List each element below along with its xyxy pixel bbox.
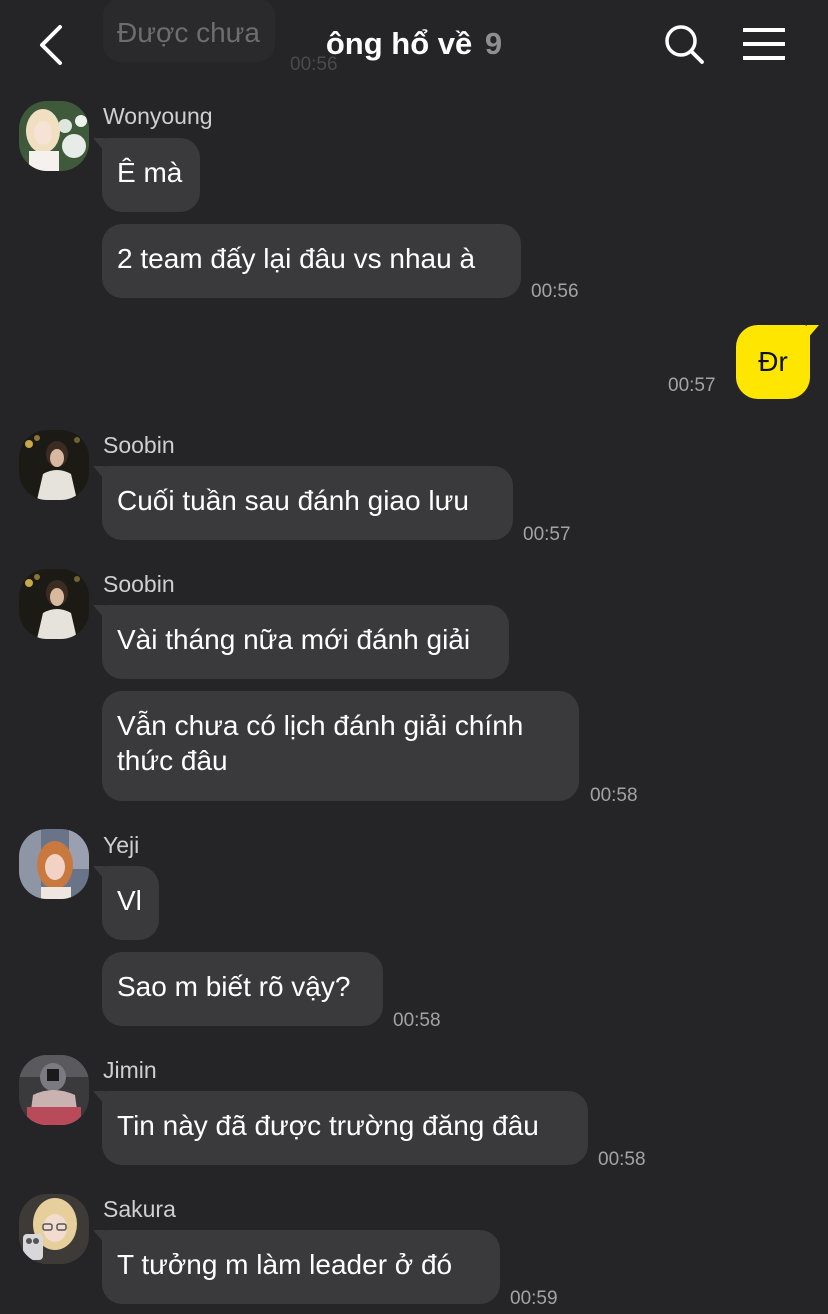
message-bubble[interactable]: T tưởng m làm leader ở đó	[93, 1230, 500, 1304]
avatar-wonyoung[interactable]	[19, 101, 89, 171]
message-bubble[interactable]: Vẫn chưa có lịch đánh giải chính thức đâ…	[102, 691, 579, 801]
message-time: 00:58	[393, 1010, 441, 1031]
message-time: 00:57	[668, 375, 716, 396]
sender-name: Soobin	[103, 571, 175, 597]
member-count: 9	[484, 26, 503, 61]
avatar-sakura[interactable]	[19, 1194, 89, 1264]
sender-name: Yeji	[103, 832, 140, 858]
search-button[interactable]	[662, 22, 706, 66]
message-time: 00:58	[590, 785, 638, 806]
message-time: 00:58	[598, 1149, 646, 1170]
avatar-soobin[interactable]	[19, 569, 89, 639]
message-time: 00:57	[523, 524, 571, 545]
avatar-yeji[interactable]	[19, 829, 89, 899]
sent-message-bubble[interactable]: Đr	[736, 325, 819, 399]
search-icon	[665, 25, 704, 64]
sender-name: Soobin	[103, 432, 175, 458]
sender-name: Jimin	[103, 1057, 157, 1083]
message-bubble[interactable]: Sao m biết rõ vậy?	[102, 952, 383, 1026]
message-bubble[interactable]: Vl	[93, 866, 159, 940]
avatar-soobin[interactable]	[19, 430, 89, 500]
message-bubble[interactable]: Cuối tuần sau đánh giao lưu	[93, 466, 513, 540]
avatar-jimin[interactable]	[19, 1055, 89, 1125]
sender-name: Wonyoung	[103, 103, 213, 129]
hamburger-menu-icon	[743, 28, 785, 60]
sender-name: Sakura	[103, 1196, 176, 1222]
chat-name: ông hổ về	[325, 26, 473, 61]
message-bubble[interactable]: 2 team đấy lại đâu vs nhau à	[102, 224, 521, 298]
message-bubble[interactable]: Tin này đã được trường đăng đâu	[93, 1091, 588, 1165]
message-bubble[interactable]: Vài tháng nữa mới đánh giải	[93, 605, 509, 679]
menu-button[interactable]	[741, 25, 787, 65]
message-time: 00:56	[531, 281, 579, 302]
message-time: 00:59	[510, 1288, 558, 1309]
chat-header: Được chưa 00:56 ông hổ về 9	[0, 0, 828, 88]
message-bubble[interactable]: Ê mà	[93, 138, 200, 212]
